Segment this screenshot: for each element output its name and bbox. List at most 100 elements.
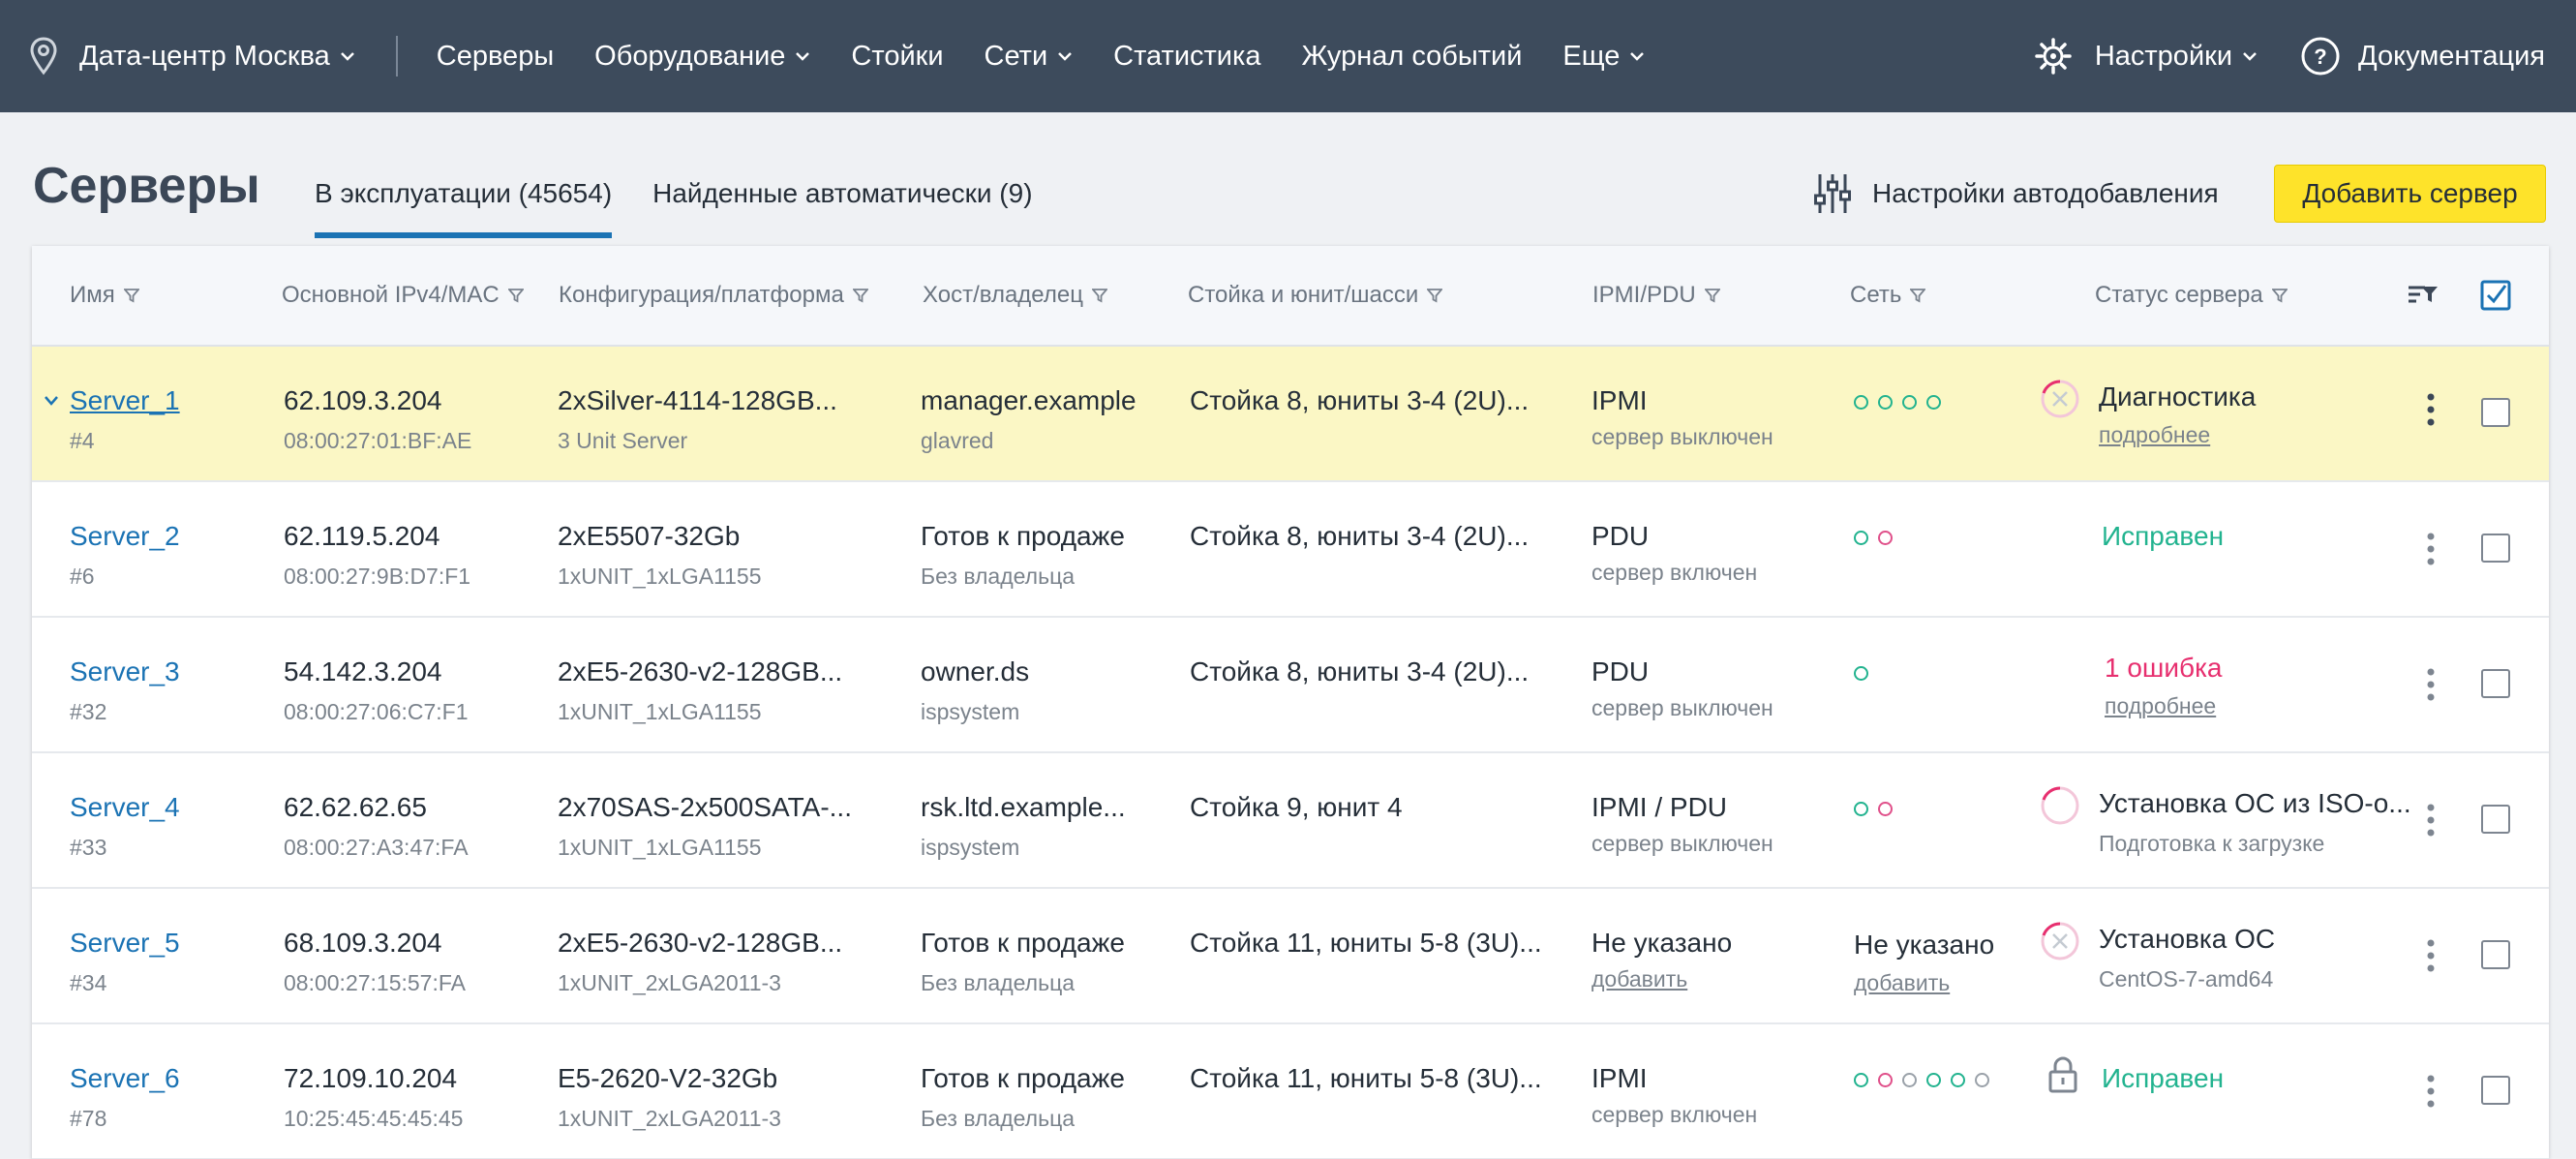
network-status-dot [1951, 1073, 1965, 1087]
table-row[interactable]: Server_4 #33 62.62.62.65 08:00:27:A3:47:… [32, 753, 2549, 890]
server-name-link[interactable]: Server_2 [70, 521, 180, 552]
row-checkbox[interactable] [2481, 669, 2510, 698]
server-id: #33 [70, 835, 107, 860]
server-config: 2xE5-2630-v2-128GB... [558, 656, 843, 686]
server-platform: 1xUNIT_2xLGA2011-3 [558, 970, 781, 995]
more-actions-icon[interactable] [2427, 939, 2435, 972]
server-mac: 08:00:27:9B:D7:F1 [284, 564, 471, 589]
column-header-rack[interactable]: Стойка и юнит/шасси [1188, 246, 1443, 345]
server-owner: Без владельца [921, 970, 1076, 995]
network-interfaces[interactable] [1854, 802, 1893, 816]
server-config: 2xE5507-32Gb [558, 521, 741, 551]
table-row[interactable]: Server_3 #32 54.142.3.204 08:00:27:06:C7… [32, 618, 2549, 754]
add-server-button[interactable]: Добавить сервер [2274, 165, 2546, 223]
table-row[interactable]: Server_5 #34 68.109.3.204 08:00:27:15:57… [32, 889, 2549, 1025]
network-status-dot [1975, 1073, 1989, 1087]
column-header-host[interactable]: Хост/владелец [923, 246, 1107, 345]
network-status-dot [1854, 531, 1868, 545]
nav-racks[interactable]: Стойки [851, 41, 943, 73]
nav-equipment[interactable]: Оборудование [594, 41, 810, 73]
server-config: E5-2620-V2-32Gb [558, 1063, 778, 1093]
nav-statistics[interactable]: Статистика [1113, 41, 1260, 73]
server-host: Готов к продаже [921, 928, 1125, 958]
more-actions-icon[interactable] [2427, 533, 2435, 565]
row-checkbox[interactable] [2481, 805, 2510, 834]
server-rack: Стойка 8, юниты 3-4 (2U)... [1190, 521, 1530, 551]
nav-more[interactable]: Еще [1562, 41, 1645, 73]
settings-menu[interactable]: Настройки [2035, 38, 2258, 75]
page-title: Серверы [33, 158, 260, 214]
server-platform: 1xUNIT_2xLGA2011-3 [558, 1106, 781, 1131]
location-selector[interactable]: Дата-центр Москва [29, 37, 355, 76]
more-actions-icon[interactable] [2427, 668, 2435, 701]
column-header-config[interactable]: Конфигурация/платформа [559, 246, 868, 345]
server-platform: 1xUNIT_1xLGA1155 [558, 835, 762, 860]
server-ipmi: PDU [1591, 521, 1650, 551]
chevron-down-icon [2243, 52, 2257, 61]
server-owner: ispsystem [921, 699, 1020, 724]
server-power-state: сервер выключен [1591, 831, 1773, 856]
server-name-link[interactable]: Server_6 [70, 1063, 180, 1094]
more-actions-icon[interactable] [2427, 1075, 2435, 1108]
server-ip: 62.62.62.65 [284, 792, 427, 822]
documentation-link[interactable]: ? Документация [2300, 36, 2545, 76]
network-status-dot [1854, 1073, 1868, 1087]
status-details-link[interactable]: подробнее [2105, 693, 2216, 719]
column-header-status[interactable]: Статус сервера [2095, 246, 2288, 345]
network-status-dot [1878, 531, 1893, 545]
tab-in-operation[interactable]: В эксплуатации (45654) [315, 178, 613, 238]
network-interfaces[interactable] [1854, 1073, 1989, 1087]
progress-cancel-icon[interactable] [2039, 920, 2081, 962]
table-row[interactable]: Server_6 #78 72.109.10.204 10:25:45:45:4… [32, 1024, 2549, 1159]
server-name-link[interactable]: Server_1 [70, 385, 180, 416]
server-status: Установка ОС из ISO-о... [2099, 788, 2411, 818]
row-checkbox[interactable] [2481, 940, 2510, 969]
column-header-network[interactable]: Сеть [1850, 246, 1926, 345]
chevron-down-icon[interactable] [44, 395, 59, 407]
server-id: #6 [70, 564, 95, 589]
server-name-link[interactable]: Server_4 [70, 792, 180, 823]
column-header-ipmi[interactable]: IPMI/PDU [1592, 246, 1720, 345]
tab-auto-found[interactable]: Найденные автоматически (9) [652, 178, 1032, 238]
server-power-state: сервер включен [1591, 560, 1758, 585]
nav-networks[interactable]: Сети [985, 41, 1074, 73]
server-host: manager.example [921, 385, 1136, 415]
more-actions-icon[interactable] [2427, 393, 2435, 426]
progress-cancel-icon[interactable] [2039, 378, 2081, 420]
table-row[interactable]: Server_1 #4 62.109.3.204 08:00:27:01:BF:… [32, 347, 2549, 483]
add-network-link[interactable]: добавить [1854, 970, 1950, 996]
network-status-dot [1902, 395, 1917, 410]
column-header-name[interactable]: Имя [70, 246, 139, 345]
network-interfaces[interactable] [1854, 395, 1941, 410]
server-ip: 54.142.3.204 [284, 656, 442, 686]
column-settings-button[interactable] [2408, 246, 2439, 345]
nav-servers[interactable]: Серверы [437, 41, 554, 73]
network-interfaces[interactable] [1854, 531, 1893, 545]
more-actions-icon[interactable] [2427, 804, 2435, 837]
status-details-link[interactable]: подробнее [2099, 422, 2210, 448]
row-checkbox[interactable] [2481, 534, 2510, 563]
server-name-link[interactable]: Server_5 [70, 928, 180, 959]
nav-racks-label: Стойки [851, 40, 944, 72]
filter-icon [1910, 289, 1926, 303]
select-all-checkbox[interactable] [2480, 246, 2511, 345]
row-checkbox[interactable] [2481, 398, 2510, 427]
filter-icon [507, 289, 524, 303]
server-power-state: сервер выключен [1591, 695, 1773, 720]
nav-event-log[interactable]: Журнал событий [1301, 41, 1522, 73]
auto-add-settings-button[interactable]: Настройки автодобавления [1814, 172, 2219, 215]
filter-icon [1091, 289, 1107, 303]
table-row[interactable]: Server_2 #6 62.119.5.204 08:00:27:9B:D7:… [32, 482, 2549, 619]
server-ip: 72.109.10.204 [284, 1063, 458, 1093]
server-config: 2x70SAS-2x500SATA-... [558, 792, 852, 822]
server-owner: ispsystem [921, 835, 1020, 860]
add-ipmi-link[interactable]: добавить [1591, 966, 1687, 992]
server-status: 1 ошибка [2105, 653, 2223, 683]
server-host: owner.ds [921, 656, 1030, 686]
column-header-ip[interactable]: Основной IPv4/MAC [282, 246, 524, 345]
server-name-link[interactable]: Server_3 [70, 656, 180, 687]
network-interfaces[interactable] [1854, 666, 1868, 681]
row-checkbox[interactable] [2481, 1076, 2510, 1105]
server-ip: 62.119.5.204 [284, 521, 440, 551]
server-owner: Без владельца [921, 1106, 1076, 1131]
